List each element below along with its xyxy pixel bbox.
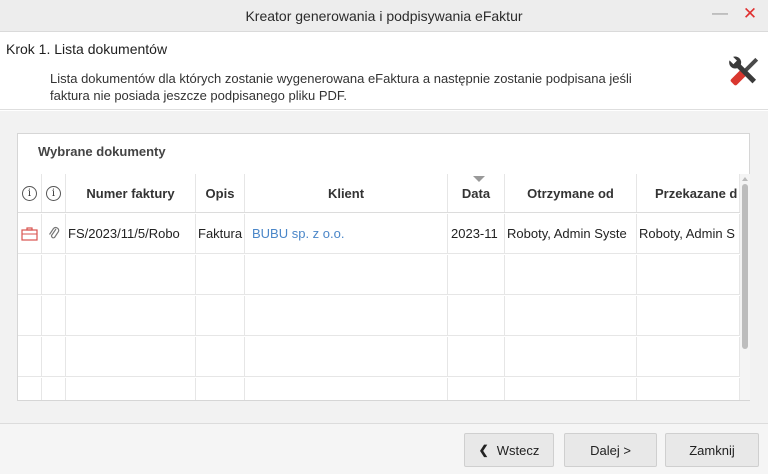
sort-descending-icon bbox=[473, 176, 485, 182]
cell-opis: Faktura bbox=[196, 214, 245, 253]
panel-title: Wybrane dokumenty bbox=[38, 144, 166, 159]
cell-otrzymane: Roboty, Admin Syste bbox=[505, 214, 637, 253]
column-header-przekazane[interactable]: Przekazane d bbox=[637, 174, 740, 212]
empty-row bbox=[18, 255, 740, 295]
back-button[interactable]: ❮ Wstecz bbox=[464, 433, 554, 467]
column-header-info-2[interactable]: i bbox=[42, 174, 66, 212]
step-description: Lista dokumentów dla których zostanie wy… bbox=[50, 71, 632, 103]
column-header-otrzymane[interactable]: Otrzymane od bbox=[505, 174, 637, 212]
documents-grid: i i Numer faktury Opis Klient Data Otrzy… bbox=[18, 174, 740, 400]
cell-data: 2023-11 bbox=[448, 214, 505, 253]
grid-header: i i Numer faktury Opis Klient Data Otrzy… bbox=[18, 174, 740, 213]
column-header-numer[interactable]: Numer faktury bbox=[66, 174, 196, 212]
column-header-data[interactable]: Data bbox=[448, 174, 505, 212]
next-button[interactable]: Dalej > bbox=[564, 433, 657, 467]
scrollbar-thumb[interactable] bbox=[742, 184, 748, 349]
close-button[interactable]: Zamknij bbox=[665, 433, 759, 467]
title-bar: Kreator generowania i podpisywania eFakt… bbox=[0, 0, 768, 32]
empty-row bbox=[18, 378, 740, 400]
column-header-opis[interactable]: Opis bbox=[196, 174, 245, 212]
briefcase-icon bbox=[18, 214, 42, 253]
column-header-data-label: Data bbox=[461, 185, 491, 201]
step-title: Krok 1. Lista dokumentów bbox=[6, 41, 168, 57]
table-row[interactable]: FS/2023/11/5/Robo Faktura BUBU sp. z o.o… bbox=[18, 214, 740, 254]
empty-row bbox=[18, 337, 740, 377]
window-title: Kreator generowania i podpisywania eFakt… bbox=[245, 8, 523, 24]
vertical-scrollbar[interactable] bbox=[740, 174, 750, 400]
back-button-label: Wstecz bbox=[496, 442, 540, 458]
close-window-button[interactable]: ✕ bbox=[742, 4, 758, 24]
wizard-header: Krok 1. Lista dokumentów Lista dokumentó… bbox=[0, 32, 768, 110]
cell-klient-link[interactable]: BUBU sp. z o.o. bbox=[245, 214, 448, 253]
empty-row bbox=[18, 296, 740, 336]
documents-panel: Wybrane dokumenty i i Numer faktury Opis… bbox=[17, 133, 750, 401]
minimize-button[interactable]: — bbox=[712, 4, 728, 24]
chevron-left-icon: ❮ bbox=[478, 443, 489, 457]
info-icon: i bbox=[22, 185, 37, 201]
cell-przekazane: Roboty, Admin S bbox=[637, 214, 740, 253]
wizard-footer: ❮ Wstecz Dalej > Zamknij bbox=[0, 423, 768, 474]
content-area: Wybrane dokumenty i i Numer faktury Opis… bbox=[0, 111, 768, 423]
info-icon: i bbox=[46, 185, 61, 201]
tools-icon bbox=[728, 55, 759, 86]
column-header-klient[interactable]: Klient bbox=[245, 174, 448, 212]
scroll-up-icon[interactable] bbox=[742, 177, 748, 181]
paperclip-icon bbox=[42, 214, 66, 253]
column-header-info-1[interactable]: i bbox=[18, 174, 42, 212]
cell-numer: FS/2023/11/5/Robo bbox=[66, 214, 196, 253]
